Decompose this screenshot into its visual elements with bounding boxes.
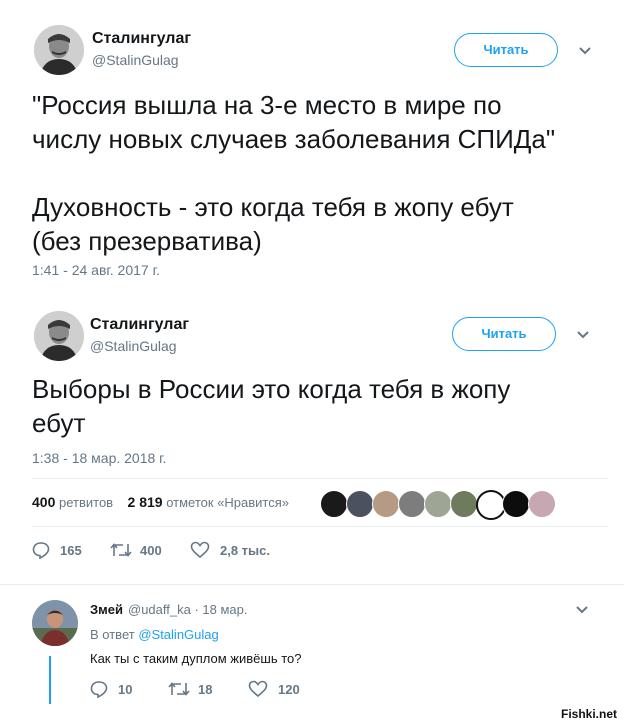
like-count: 120	[278, 682, 300, 697]
retweet-icon	[168, 682, 190, 696]
liker-avatar[interactable]	[398, 490, 426, 518]
avatar[interactable]	[34, 311, 84, 361]
avatar-photo-icon	[34, 311, 84, 361]
tweet-timestamp[interactable]: 1:38 - 18 мар. 2018 г.	[32, 450, 166, 466]
retweets-count[interactable]: 400	[32, 494, 55, 510]
liker-avatar[interactable]	[450, 490, 478, 518]
reply-prefix: В ответ	[90, 627, 135, 642]
chevron-down-icon[interactable]	[574, 602, 590, 618]
retweet-icon	[110, 543, 132, 557]
follow-button[interactable]: Читать	[454, 33, 558, 67]
author-name[interactable]: Сталингулаг	[92, 30, 191, 48]
like-action[interactable]: 120	[248, 680, 308, 700]
reply-author-meta[interactable]: @udaff_ka · 18 мар.	[128, 602, 247, 617]
tweet-stats: 400 ретвитов 2 819 отметок «Нравится»	[32, 494, 289, 510]
retweet-action[interactable]: 400	[110, 541, 170, 561]
liker-avatar[interactable]	[346, 490, 374, 518]
like-action[interactable]: 2,8 тыс.	[190, 541, 280, 561]
chevron-down-icon[interactable]	[577, 43, 593, 59]
liker-avatar[interactable]	[372, 490, 400, 518]
reply-to-link[interactable]: @StalinGulag	[138, 627, 218, 642]
avatar-photo-icon	[34, 25, 84, 75]
author-name[interactable]: Сталингулаг	[90, 316, 189, 334]
tweet-timestamp[interactable]: 1:41 - 24 авг. 2017 г.	[32, 262, 160, 278]
heart-icon	[190, 541, 210, 559]
chevron-down-icon[interactable]	[575, 327, 591, 343]
reply-action[interactable]: 165	[32, 541, 92, 561]
heart-icon	[248, 680, 268, 698]
tweet-text: "Россия вышла на 3-е место в мире по чис…	[32, 90, 556, 256]
retweet-action[interactable]: 18	[168, 680, 218, 700]
follow-button[interactable]: Читать	[452, 317, 556, 351]
tweet-text: Выборы в России это когда тебя в жопу еб…	[32, 374, 511, 438]
reply-icon	[32, 542, 50, 559]
retweets-label[interactable]: ретвитов	[59, 495, 113, 510]
reply-action[interactable]: 10	[90, 680, 140, 700]
author-handle[interactable]: @StalinGulag	[92, 52, 179, 68]
like-count: 2,8 тыс.	[220, 543, 270, 558]
reply-icon	[90, 681, 108, 698]
retweet-count: 400	[140, 543, 162, 558]
liker-avatar[interactable]	[502, 490, 530, 518]
liker-avatar[interactable]	[424, 490, 452, 518]
reply-count: 10	[118, 682, 133, 697]
divider	[32, 526, 608, 527]
liker-avatar[interactable]	[528, 490, 556, 518]
divider	[32, 478, 608, 479]
watermark: Fishki.net	[557, 706, 620, 722]
reply-count: 165	[60, 543, 82, 558]
thread-line	[49, 656, 51, 704]
reply-context: В ответ @StalinGulag	[90, 627, 219, 642]
likes-label[interactable]: отметок «Нравится»	[166, 495, 289, 510]
reply-author-name[interactable]: Змей	[90, 602, 123, 617]
avatar[interactable]	[32, 600, 78, 646]
avatar[interactable]	[34, 25, 84, 75]
retweet-count: 18	[198, 682, 213, 697]
reply-text: Как ты с таким дуплом живёшь то?	[90, 651, 302, 666]
author-handle[interactable]: @StalinGulag	[90, 338, 177, 354]
divider	[0, 584, 624, 585]
likes-count[interactable]: 2 819	[128, 494, 163, 510]
avatar-photo-icon	[32, 600, 78, 646]
liker-avatar[interactable]	[320, 490, 348, 518]
